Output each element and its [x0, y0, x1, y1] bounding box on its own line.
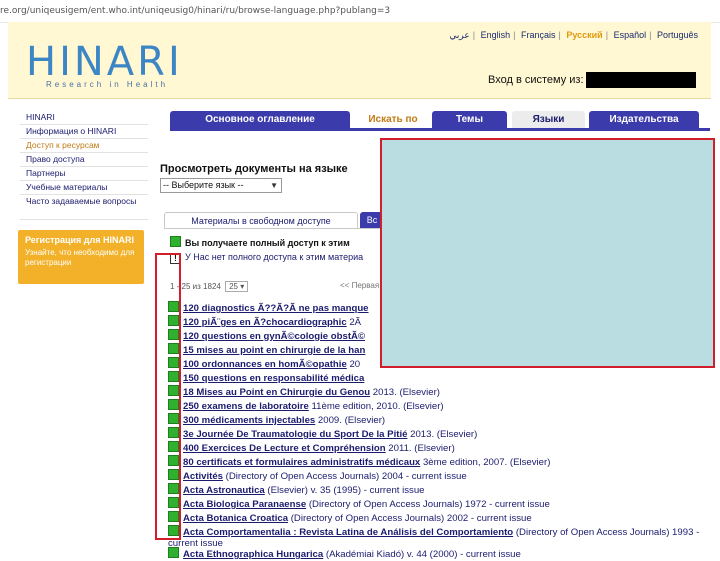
language-switcher: عربي | English | Français | Русский | Españo…: [446, 30, 701, 41]
journal-title-link[interactable]: 100 ordonnances en homÃ©opathie: [183, 359, 347, 370]
journal-title-link[interactable]: Acta Ethnographica Hungarica: [183, 549, 323, 560]
logo-wordmark: HINARI: [26, 39, 183, 85]
lang-link-en[interactable]: English: [478, 30, 514, 40]
tab-publishers[interactable]: Издательства: [589, 111, 699, 129]
journal-row: 400 Exercices De Lecture et Compréhensio…: [168, 441, 708, 455]
journal-details: (Akadémiai Kiadó) v. 44 (2000) - current…: [323, 549, 521, 560]
sidebar-item-training[interactable]: Учебные материалы: [20, 181, 148, 195]
journal-row: 80 certificats et formulaires administra…: [168, 455, 708, 469]
sidebar-nav: HINARI Информация о HINARI Доступ к ресу…: [20, 111, 148, 220]
registration-title: Регистрация для HINARI: [25, 235, 134, 245]
lang-link-ru[interactable]: Русский: [563, 30, 605, 40]
journal-title-link[interactable]: 400 Exercices De Lecture et Compréhensio…: [183, 443, 386, 454]
journal-row: Acta Comportamentalia : Revista Latina d…: [168, 525, 708, 547]
legend-full-access: Вы получаете полный доступ к этим: [170, 236, 400, 250]
page-title: Просмотреть документы на языке: [160, 163, 348, 175]
journal-title-link[interactable]: 300 médicaments injectables: [183, 415, 315, 426]
journal-row: Acta Botanica Croatica (Directory of Ope…: [168, 511, 708, 525]
journal-details: 3ème edition, 2007. (Elsevier): [420, 457, 551, 468]
journal-row: Acta Ethnographica Hungarica (Akadémiai …: [168, 547, 708, 561]
redacted-institution: [585, 72, 696, 88]
highlight-box: [155, 253, 181, 540]
lang-link-ar[interactable]: عربي: [446, 30, 472, 40]
full-access-icon: [168, 547, 179, 558]
journal-title-link[interactable]: 15 mises au point en chirurgie de la han: [183, 345, 365, 356]
journal-title-link[interactable]: Activités: [183, 471, 223, 482]
journal-row: 3e Journée De Traumatologie du Sport De …: [168, 427, 708, 441]
logo-tagline: Research in Health: [46, 80, 169, 89]
full-access-icon: [170, 236, 181, 247]
access-legend: Вы получаете полный доступ к этим ! У Нас…: [170, 236, 400, 264]
journal-details: 2009. (Elsevier): [315, 415, 386, 426]
tab-search-by[interactable]: Искать по: [358, 111, 428, 129]
lang-link-fr[interactable]: Français: [518, 30, 559, 40]
sidebar-item-hinari[interactable]: HINARI: [20, 111, 148, 125]
lang-link-pt[interactable]: Português: [654, 30, 701, 40]
journal-title-link[interactable]: Acta Comportamentalia : Revista Latina d…: [183, 527, 513, 538]
journal-row: 300 médicaments injectables 2009. (Elsev…: [168, 413, 708, 427]
sidebar-item-faq[interactable]: Часто задаваемые вопросы: [20, 195, 148, 220]
journal-title-link[interactable]: Acta Biologica Paranaense: [183, 499, 306, 510]
tab-languages[interactable]: Языки: [512, 111, 585, 129]
journal-row: 150 questions en responsabilité médica: [168, 371, 708, 385]
lang-link-es[interactable]: Español: [611, 30, 650, 40]
url-text: re.org/uniqeusigem/ent.who.int/uniqeusig…: [0, 6, 391, 16]
journal-row: 18 Mises au Point en Chirurgie du Genou …: [168, 385, 708, 399]
per-page-select[interactable]: 25 ▾: [225, 281, 249, 292]
journal-title-link[interactable]: Acta Botanica Croatica: [183, 513, 288, 524]
journal-details: 2Ã: [346, 317, 362, 328]
journal-row: Acta Astronautica (Elsevier) v. 35 (1995…: [168, 483, 708, 497]
tabs-underline: [170, 128, 710, 131]
journal-title-link[interactable]: 80 certificats et formulaires administra…: [183, 457, 420, 468]
journal-details: 2013. (Elsevier): [407, 429, 478, 440]
login-area: Вход в систему из:: [488, 72, 696, 88]
tab-main-contents[interactable]: Основное оглавление: [170, 111, 350, 129]
journal-row: 250 examens de laboratoire 11ème edition…: [168, 399, 708, 413]
pager-first-link[interactable]: << Первая: [340, 281, 379, 290]
sidebar-item-partners[interactable]: Партнеры: [20, 167, 148, 181]
tab-subjects[interactable]: Темы: [432, 111, 507, 129]
journal-details: 20: [346, 359, 361, 370]
journal-title-link[interactable]: 250 examens de laboratoire: [183, 401, 309, 412]
journal-title-link[interactable]: 150 questions en responsabilité médica: [183, 373, 364, 384]
journal-title-link[interactable]: 3e Journée De Traumatologie du Sport De …: [183, 429, 407, 440]
redaction-overlay: [380, 138, 715, 368]
journal-details: (Directory of Open Access Journals) 2002…: [288, 513, 532, 524]
journal-title-link[interactable]: 120 piÃ¨ges en Ã?chocardiographic: [183, 317, 347, 328]
journal-details: 11ème edition, 2010. (Elsevier): [308, 401, 444, 412]
registration-note: Узнайте, что необходимо для регистрации: [25, 248, 135, 267]
journal-details: 2013. (Elsevier): [370, 387, 440, 398]
journal-details: 2011. (Elsevier): [385, 443, 455, 454]
journal-details: (Directory of Open Access Journals) 1972…: [306, 499, 550, 510]
tab-free-access[interactable]: Материалы в свободном доступе: [164, 212, 358, 229]
journal-row: Activités (Directory of Open Access Jour…: [168, 469, 708, 483]
chevron-down-icon: ▼: [270, 181, 278, 190]
journal-details: (Directory of Open Access Journals) 2004…: [223, 471, 467, 482]
sidebar-item-about[interactable]: Информация о HINARI: [20, 125, 148, 139]
legend-limited-access: ! У Нас нет полного доступа к этим матери…: [170, 250, 400, 264]
sidebar-item-eligibility[interactable]: Право доступа: [20, 153, 148, 167]
journal-title-link[interactable]: 120 questions en gynÃ©cologie obstÃ©: [183, 331, 365, 342]
journal-row: Acta Biologica Paranaense (Directory of …: [168, 497, 708, 511]
journal-title-link[interactable]: Acta Astronautica: [183, 485, 265, 496]
language-select-value: -- Выберите язык --: [163, 180, 244, 190]
journal-title-link[interactable]: 120 diagnostics Ã??Ã?Ã ne pas manque: [183, 303, 369, 314]
journal-details: (Elsevier) v. 35 (1995) - current issue: [264, 485, 425, 496]
journal-title-link[interactable]: 18 Mises au Point en Chirurgie du Genou: [183, 387, 370, 398]
sidebar-item-resources[interactable]: Доступ к ресурсам: [20, 139, 148, 153]
registration-box[interactable]: Регистрация для HINARI Узнайте, что необ…: [18, 230, 144, 284]
login-label: Вход в систему из:: [488, 73, 584, 86]
address-bar[interactable]: re.org/uniqeusigem/ent.who.int/uniqeusig…: [0, 0, 720, 23]
language-select[interactable]: -- Выберите язык -- ▼: [160, 178, 282, 193]
hinari-logo[interactable]: HINARI Research in Health: [26, 42, 183, 89]
